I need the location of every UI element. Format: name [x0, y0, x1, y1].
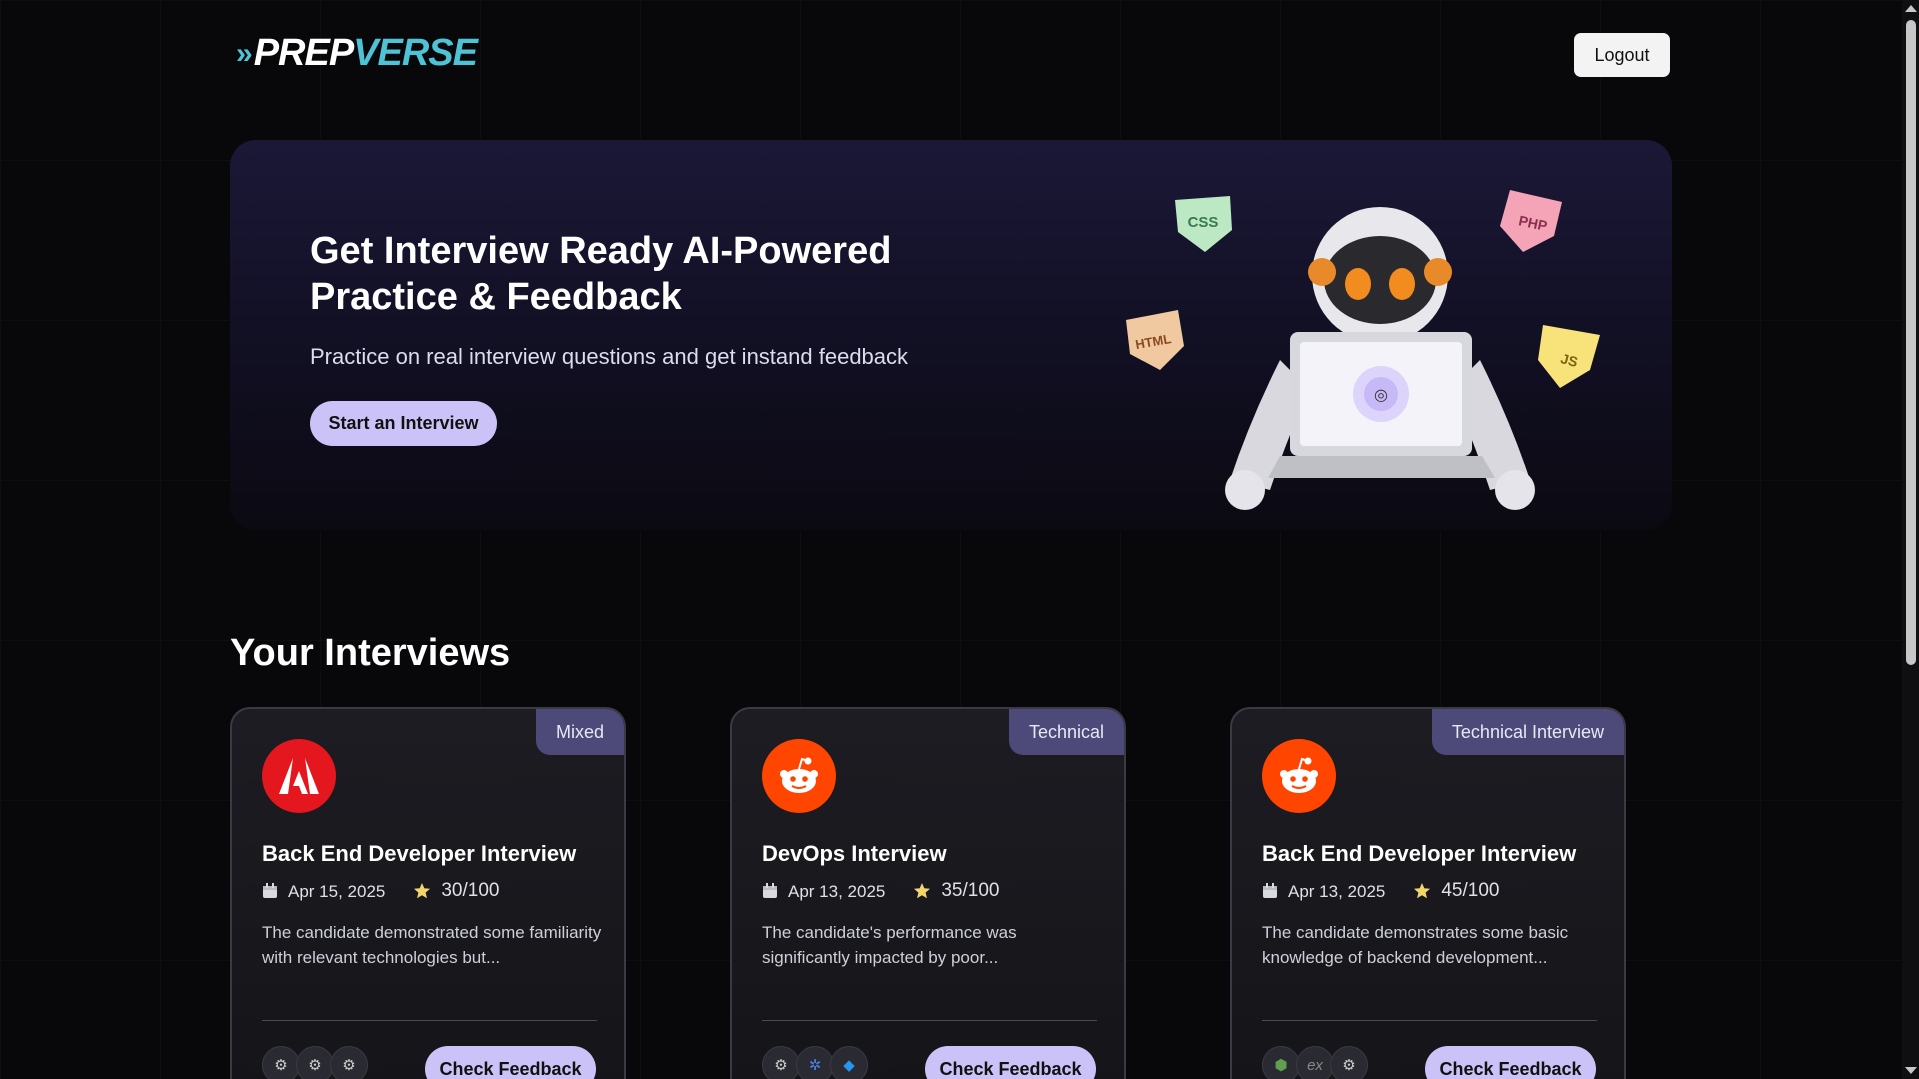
interview-meta: Apr 15, 2025 30/100	[262, 879, 499, 902]
logo-text-verse: VERSE	[353, 32, 478, 74]
gear-icon: ⚙	[762, 1046, 800, 1079]
html-badge-icon: HTML	[1126, 310, 1184, 370]
vertical-scrollbar[interactable]	[1902, 0, 1919, 1079]
gear-icon: ⚙	[296, 1046, 334, 1079]
interview-date: Apr 13, 2025	[788, 882, 886, 901]
interview-score: 45/100	[1441, 879, 1500, 901]
interview-date: Apr 15, 2025	[288, 882, 386, 901]
tech-stack-icons: ⚙ ✲ ◆	[762, 1046, 868, 1079]
interview-score: 30/100	[441, 879, 500, 901]
section-title: Your Interviews	[230, 632, 511, 674]
kubernetes-icon: ✲	[796, 1046, 834, 1079]
check-feedback-button[interactable]: Check Feedback	[1425, 1046, 1596, 1079]
interview-type-tag: Technical	[1008, 709, 1124, 755]
svg-text:◎: ◎	[1374, 385, 1388, 404]
page: » PREP VERSE Logout Get Interview Ready …	[0, 0, 1919, 1079]
interview-date: Apr 13, 2025	[1288, 882, 1386, 901]
interview-description: The candidate demonstrates some basic kn…	[1262, 923, 1569, 967]
reddit-icon	[762, 739, 836, 813]
header: » PREP VERSE Logout	[230, 0, 1670, 110]
star-icon	[1413, 882, 1431, 900]
interview-description: The candidate demonstrated some familiar…	[262, 923, 602, 967]
css-badge-label: CSS	[1188, 214, 1219, 231]
interview-card: Mixed Back End Developer Interview Apr 1…	[230, 707, 626, 1079]
tech-stack-icons: ⬢ ex ⚙	[1262, 1046, 1368, 1079]
scroll-down-arrow-icon[interactable]	[1905, 1067, 1917, 1074]
calendar-icon	[762, 882, 778, 899]
start-interview-button[interactable]: Start an Interview	[310, 401, 497, 446]
robot-illustration: CSS PHP HTML JS ◎	[1126, 190, 1600, 510]
calendar-icon	[1262, 882, 1278, 899]
main-container: » PREP VERSE Logout Get Interview Ready …	[230, 0, 1672, 1079]
interview-description: The candidate's performance was signific…	[762, 923, 1017, 967]
tech-stack-icons: ⚙ ⚙ ⚙	[262, 1046, 368, 1079]
gear-icon: ⚙	[262, 1046, 300, 1079]
interview-type-tag: Mixed	[535, 709, 624, 755]
calendar-icon	[262, 882, 278, 899]
check-feedback-button[interactable]: Check Feedback	[925, 1046, 1096, 1079]
check-feedback-button[interactable]: Check Feedback	[425, 1046, 596, 1079]
interview-title: Back End Developer Interview	[1262, 841, 1577, 866]
interview-title: DevOps Interview	[762, 841, 947, 866]
star-icon	[413, 882, 431, 900]
hero-subtitle: Practice on real interview questions and…	[310, 344, 909, 369]
scrollbar-thumb[interactable]	[1906, 20, 1916, 665]
interview-title: Back End Developer Interview	[262, 841, 577, 866]
js-badge-icon: JS	[1538, 325, 1600, 388]
logo-chevron-icon: »	[236, 36, 253, 70]
interview-meta: Apr 13, 2025 45/100	[1262, 879, 1499, 902]
interview-type-tag: Technical Interview	[1431, 709, 1624, 755]
card-divider	[262, 1020, 597, 1021]
hero-banner: Get Interview Ready AI-Powered Practice …	[230, 140, 1672, 530]
card-divider	[762, 1020, 1097, 1021]
logo-text-prep: PREP	[253, 32, 354, 74]
interview-card: Technical Interview Back End Developer I…	[1230, 707, 1626, 1079]
prepverse-logo[interactable]: » PREP VERSE	[236, 32, 478, 75]
star-icon	[913, 882, 931, 900]
interview-meta: Apr 13, 2025 35/100	[762, 879, 999, 902]
docker-icon: ◆	[830, 1046, 868, 1079]
card-divider	[1262, 1020, 1597, 1021]
gear-icon: ⚙	[1330, 1046, 1368, 1079]
php-badge-icon: PHP	[1500, 190, 1562, 252]
gear-icon: ⚙	[330, 1046, 368, 1079]
reddit-icon	[1262, 739, 1336, 813]
hero-title: Get Interview Ready AI-Powered Practice …	[310, 230, 892, 318]
express-icon: ex	[1296, 1046, 1334, 1079]
css-badge-icon: CSS	[1175, 196, 1232, 252]
interview-card: Technical DevOps Interview Apr 13, 2025 …	[730, 707, 1126, 1079]
nodejs-icon: ⬢	[1262, 1046, 1300, 1079]
scroll-up-arrow-icon[interactable]	[1905, 5, 1917, 12]
adobe-icon	[262, 739, 336, 813]
interview-score: 35/100	[941, 879, 1000, 901]
logout-button[interactable]: Logout	[1574, 33, 1670, 77]
